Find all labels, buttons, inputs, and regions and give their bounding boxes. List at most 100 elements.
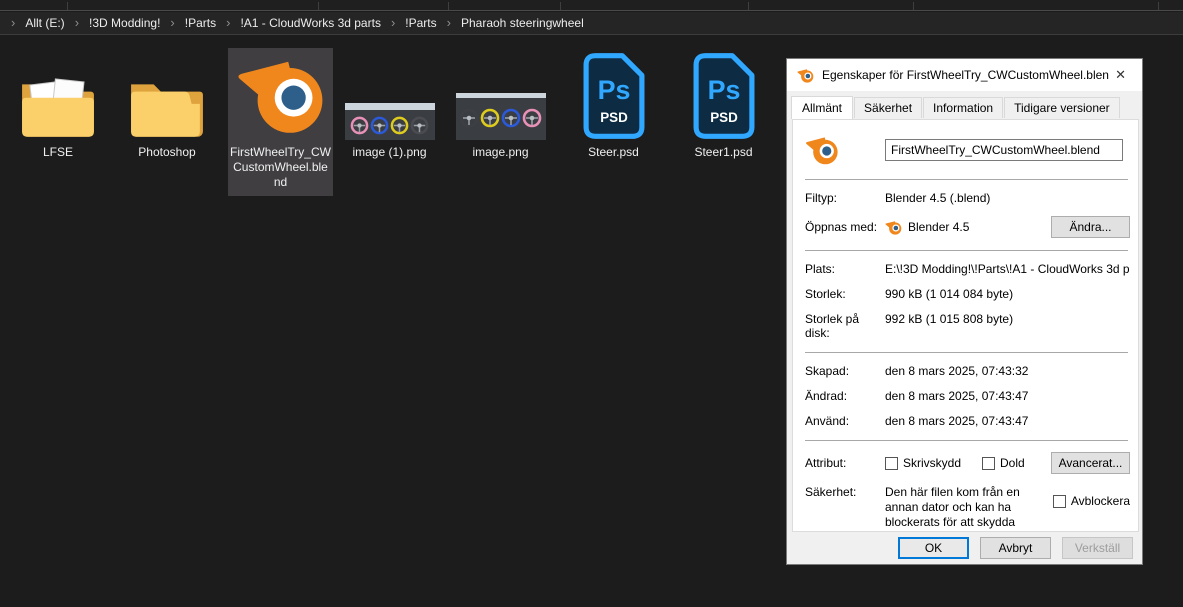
wheel-blue-icon <box>501 108 521 128</box>
divider <box>805 250 1128 251</box>
file-item-lfse[interactable]: LFSE <box>10 48 106 196</box>
security-text: Den här filen kom från en annan dator oc… <box>885 485 1020 531</box>
file-label: FirstWheelTry_CWCustomWheel.blend <box>230 145 331 189</box>
ok-button[interactable]: OK <box>898 536 969 559</box>
created-value: den 8 mars 2025, 07:43:32 <box>885 364 1029 378</box>
breadcrumb-item-3d-modding[interactable]: !3D Modding! <box>87 15 162 31</box>
location-value: E:\!3D Modding!\!Parts\!A1 - CloudWorks … <box>885 262 1130 276</box>
dialog-tabs: Allmänt Säkerhet Information Tidigare ve… <box>787 91 1142 119</box>
change-app-button[interactable]: Ändra... <box>1051 216 1130 238</box>
size-label: Storlek: <box>805 287 846 301</box>
filetype-value: Blender 4.5 (.blend) <box>885 191 991 205</box>
svg-text:Ps: Ps <box>707 75 740 105</box>
opens-with-label: Öppnas med: <box>805 220 878 234</box>
file-item-photoshop[interactable]: Photoshop <box>119 48 215 196</box>
explorer-window: › Allt (E:) › !3D Modding! › !Parts › !A… <box>0 0 1183 607</box>
location-label: Plats: <box>805 262 836 276</box>
tab-allmant[interactable]: Allmänt <box>791 96 854 119</box>
svg-text:Ps: Ps <box>597 75 630 105</box>
general-tab-panel: Filtyp: Blender 4.5 (.blend) Öppnas med:… <box>792 119 1139 532</box>
dialog-footer: OK Avbryt Verkställ <box>787 531 1142 564</box>
modified-value: den 8 mars 2025, 07:43:47 <box>885 389 1029 403</box>
breadcrumb-item-pharaoh[interactable]: Pharaoh steeringwheel <box>459 15 586 31</box>
file-label: LFSE <box>42 145 73 159</box>
dialog-titlebar[interactable]: Egenskaper för FirstWheelTry_CWCustomWhe… <box>787 59 1142 91</box>
chevron-right-icon: › <box>226 15 231 30</box>
image-thumbnail <box>455 93 546 140</box>
breadcrumb-item-cloudworks[interactable]: !A1 - CloudWorks 3d parts <box>238 15 383 31</box>
security-label: Säkerhet: <box>805 485 857 499</box>
divider <box>805 179 1128 180</box>
image-thumbnail <box>344 103 435 140</box>
folder-icon <box>131 84 203 137</box>
file-label: Steer1.psd <box>694 145 753 159</box>
blender-icon <box>885 220 902 235</box>
filename-input[interactable] <box>885 139 1123 161</box>
file-label: Steer.psd <box>588 145 639 159</box>
folder-with-documents-icon <box>22 78 94 137</box>
svg-text:PSD: PSD <box>710 110 738 125</box>
attributes-label: Attribut: <box>805 456 847 470</box>
properties-dialog: Egenskaper för FirstWheelTry_CWCustomWhe… <box>786 58 1143 565</box>
dialog-title: Egenskaper för FirstWheelTry_CWCustomWhe… <box>822 68 1110 82</box>
accessed-value: den 8 mars 2025, 07:43:47 <box>885 414 1029 428</box>
close-icon[interactable]: ✕ <box>1109 65 1132 85</box>
chevron-right-icon: › <box>390 15 396 30</box>
opens-with-value: Blender 4.5 <box>908 220 970 234</box>
hidden-checkbox-label: Dold <box>1000 456 1025 470</box>
file-item-steer-psd[interactable]: Ps PSD Steer.psd <box>561 48 666 196</box>
toolbar-separator <box>913 2 914 10</box>
readonly-checkbox[interactable] <box>885 456 898 470</box>
blender-icon <box>797 68 814 83</box>
chevron-right-icon: › <box>11 15 16 30</box>
tab-tidigare-versioner[interactable]: Tidigare versioner <box>1004 97 1120 118</box>
file-item-image-png[interactable]: image.png <box>448 48 553 196</box>
wheel-blue-icon <box>370 116 389 135</box>
file-label: image (1).png <box>352 145 427 159</box>
unblock-checkbox-label: Avblockera <box>1070 494 1130 508</box>
accessed-label: Använd: <box>805 414 850 428</box>
apply-button[interactable]: Verkställ <box>1062 536 1133 559</box>
toolbar-separator <box>318 2 319 10</box>
toolbar-separator <box>1158 2 1159 10</box>
cancel-button[interactable]: Avbryt <box>980 536 1051 559</box>
svg-text:PSD: PSD <box>600 110 628 125</box>
file-label: Photoshop <box>138 145 196 159</box>
file-item-steer1-psd[interactable]: Ps PSD Steer1.psd <box>671 48 776 196</box>
chevron-right-icon: › <box>446 15 451 30</box>
file-label: image.png <box>472 145 529 159</box>
size-on-disk-value: 992 kB (1 015 808 byte) <box>885 312 1014 326</box>
breadcrumb-item-drive[interactable]: Allt (E:) <box>23 15 66 31</box>
file-item-image1-png[interactable]: image (1).png <box>337 48 442 196</box>
wheel-yellow-icon <box>480 108 500 128</box>
tab-information[interactable]: Information <box>923 97 1004 118</box>
unblock-checkbox[interactable] <box>1052 494 1066 508</box>
size-on-disk-label: Storlek på disk: <box>805 312 860 340</box>
blender-icon <box>237 61 322 133</box>
toolbar-separator <box>748 2 749 10</box>
wheel-pink-icon <box>522 108 542 128</box>
wheel-pink-icon <box>350 116 369 135</box>
chevron-right-icon: › <box>170 15 175 30</box>
tab-sakerhet[interactable]: Säkerhet <box>854 97 923 118</box>
toolbar-separator <box>448 2 449 10</box>
advanced-button[interactable]: Avancerat... <box>1051 452 1130 474</box>
filetype-label: Filtyp: <box>805 191 838 205</box>
chevron-right-icon: › <box>74 15 80 30</box>
psd-file-icon: Ps PSD <box>583 53 644 139</box>
wheel-dark-icon <box>459 108 479 128</box>
created-label: Skapad: <box>805 364 850 378</box>
breadcrumb-item-parts2[interactable]: !Parts <box>403 15 438 31</box>
divider <box>805 440 1128 441</box>
hidden-checkbox[interactable] <box>982 456 996 470</box>
psd-file-icon: Ps PSD <box>693 53 754 139</box>
file-item-blend[interactable]: FirstWheelTry_CWCustomWheel.blend <box>228 48 333 196</box>
toolbar-separator <box>560 2 561 10</box>
wheel-yellow-icon <box>390 116 409 135</box>
breadcrumb-item-parts[interactable]: !Parts <box>183 15 218 31</box>
readonly-checkbox-label: Skrivskydd <box>903 456 962 470</box>
toolbar-separator <box>67 2 68 10</box>
divider <box>805 352 1128 353</box>
breadcrumb: › Allt (E:) › !3D Modding! › !Parts › !A… <box>0 12 1183 35</box>
blender-icon <box>805 137 838 165</box>
